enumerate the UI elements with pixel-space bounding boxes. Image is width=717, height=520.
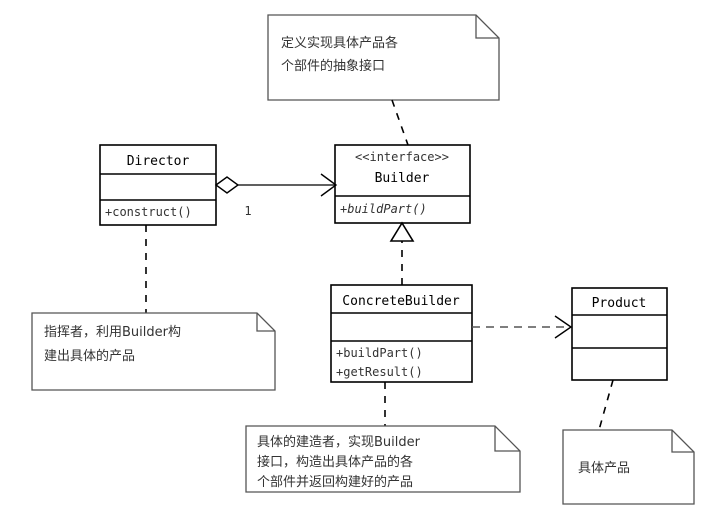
relationship-dependency-concretebuilder-product[interactable] — [472, 315, 573, 339]
note-line: 定义实现具体产品各 — [281, 35, 398, 51]
class-name: ConcreteBuilder — [342, 294, 460, 309]
class-method: +buildPart() — [336, 346, 423, 360]
note-concretebuilder-description[interactable]: 具体的建造者，实现Builder 接口，构造出具体产品的各 个部件并返回构建好的… — [245, 425, 521, 493]
realization-triangle — [389, 221, 415, 242]
class-name: Builder — [375, 171, 430, 186]
class-concretebuilder[interactable]: ConcreteBuilder +buildPart() +getResult(… — [330, 284, 473, 383]
note-line: 建出具体的产品 — [44, 348, 135, 364]
note-shape — [267, 14, 500, 101]
class-director[interactable]: Director +construct() — [99, 144, 217, 226]
note-line: 具体产品 — [578, 461, 630, 476]
note-line: 指挥者，利用Builder构 — [44, 325, 181, 340]
relationship-realization-concretebuilder-builder[interactable] — [389, 221, 415, 285]
class-method: +construct() — [105, 205, 192, 219]
note-builder-description[interactable]: 定义实现具体产品各 个部件的抽象接口 — [267, 14, 500, 101]
note-line: 个部件的抽象接口 — [281, 58, 385, 74]
class-builder[interactable]: <<interface>> Builder +buildPart() — [334, 144, 471, 224]
note-anchor-product — [598, 379, 614, 431]
note-line: 个部件并返回构建好的产品 — [257, 474, 413, 490]
class-method: +buildPart() — [340, 202, 427, 216]
note-line: 接口，构造出具体产品的各 — [257, 454, 413, 470]
class-name: Product — [592, 296, 647, 311]
uml-class-diagram: 定义实现具体产品各 个部件的抽象接口 Director +construct()… — [0, 0, 717, 520]
class-name: Director — [127, 154, 190, 169]
note-anchor-builder — [391, 99, 409, 146]
note-director-description[interactable]: 指挥者，利用Builder构 建出具体的产品 — [31, 312, 276, 391]
note-line: 具体的建造者，实现Builder — [257, 434, 421, 450]
class-method: +getResult() — [336, 365, 423, 379]
note-product-description[interactable]: 具体产品 — [562, 429, 695, 505]
class-product[interactable]: Product — [571, 287, 668, 381]
multiplicity-label: 1 — [244, 204, 251, 218]
aggregation-diamond — [214, 176, 240, 194]
class-stereotype: <<interface>> — [355, 150, 449, 164]
relationship-aggregation-director-builder[interactable]: 1 — [214, 173, 338, 218]
